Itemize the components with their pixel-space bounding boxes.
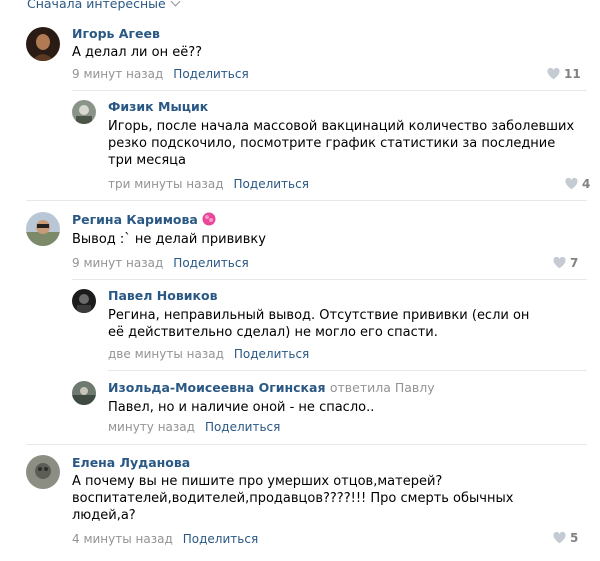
share-button[interactable]: Поделиться [183, 532, 258, 546]
flower-icon [202, 212, 216, 226]
comment-text: Вывод :` не делай прививку [72, 232, 266, 247]
avatar[interactable] [72, 381, 96, 405]
divider [26, 444, 587, 445]
heart-icon [547, 67, 560, 80]
heart-icon [553, 531, 566, 544]
comment-text: А делал ли он её?? [72, 45, 202, 60]
comment-time[interactable]: 9 минут назад [72, 67, 163, 81]
comment-author[interactable]: Изольда-Моисеевна Огинская ответила Павл… [108, 380, 435, 395]
comment-time[interactable]: 4 минуты назад [72, 532, 173, 546]
comment-time[interactable]: две минуты назад [108, 347, 224, 361]
author-name: Изольда-Моисеевна Огинская [108, 380, 326, 395]
comment-time[interactable]: 9 минут назад [72, 256, 163, 270]
comment-author[interactable]: Елена Луданова [72, 455, 190, 470]
like-button[interactable]: 11 [547, 67, 581, 81]
comment-author[interactable]: Павел Новиков [108, 288, 218, 303]
share-button[interactable]: Поделиться [173, 67, 248, 81]
like-button[interactable]: 4 [565, 177, 590, 191]
avatar[interactable] [26, 212, 60, 246]
heart-icon [553, 256, 566, 269]
comment-text: А почему вы не пишите про умерших отцов,… [72, 474, 514, 523]
share-button[interactable]: Поделиться [234, 347, 309, 361]
author-name: Регина Каримова [72, 212, 198, 227]
sort-label: Сначала интересные [27, 0, 166, 11]
like-count: 11 [564, 67, 581, 81]
comment-text: Игорь, после начала массовой вакцинаций … [108, 119, 575, 168]
like-button[interactable]: 5 [553, 531, 578, 545]
share-button[interactable]: Поделиться [234, 177, 309, 191]
comment-time[interactable]: три минуты назад [108, 177, 224, 191]
avatar[interactable] [72, 100, 96, 124]
share-button[interactable]: Поделиться [173, 256, 248, 270]
comment-time[interactable]: минуту назад [108, 420, 195, 434]
like-count: 5 [570, 531, 579, 545]
avatar[interactable] [26, 455, 60, 489]
divider [72, 90, 587, 91]
heart-icon [565, 177, 578, 190]
divider [108, 370, 587, 371]
comment-author[interactable]: Физик Мыцик [108, 99, 208, 114]
avatar[interactable] [72, 289, 96, 313]
divider [26, 200, 587, 201]
chevron-down-icon [170, 0, 181, 7]
comment-text: Павел, но и наличие оной - не спасло.. [108, 400, 375, 415]
share-button[interactable]: Поделиться [205, 420, 280, 434]
reply-to-label[interactable]: ответила Павлу [330, 380, 435, 395]
comment-author[interactable]: Игорь Агеев [72, 26, 160, 41]
like-button[interactable]: 7 [553, 256, 578, 270]
comment-author[interactable]: Регина Каримова [72, 212, 216, 227]
sort-dropdown[interactable]: Сначала интересные [27, 0, 181, 11]
like-count: 4 [582, 177, 591, 191]
divider [72, 279, 587, 280]
comment-text: Регина, неправильный вывод. Отсутствие п… [108, 308, 530, 340]
like-count: 7 [570, 256, 579, 270]
avatar[interactable] [26, 27, 60, 61]
